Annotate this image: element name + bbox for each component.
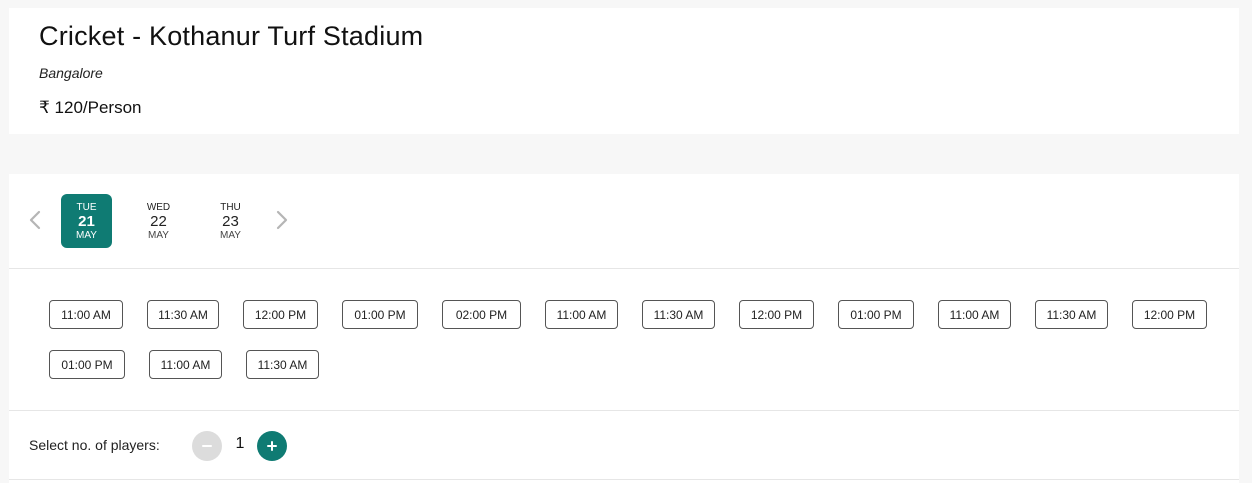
time-slot-button[interactable]: 11:30 AM — [147, 300, 219, 329]
booking-card: TUE 21 MAY WED 22 MAY THU 23 MAY 11:00 A… — [9, 174, 1239, 483]
date-day: 21 — [78, 212, 95, 230]
time-slot-button[interactable]: 12:00 PM — [739, 300, 814, 329]
date-wed-22[interactable]: WED 22 MAY — [133, 194, 184, 248]
date-thu-23[interactable]: THU 23 MAY — [205, 194, 256, 248]
time-slot-button[interactable]: 11:30 AM — [642, 300, 715, 329]
chevron-right-icon[interactable] — [274, 208, 290, 232]
players-selector: Select no. of players: 1 — [9, 411, 1239, 481]
time-slot-button[interactable]: 11:00 AM — [49, 300, 123, 329]
time-slot-grid: 11:00 AM 11:30 AM 12:00 PM 01:00 PM 02:0… — [9, 270, 1239, 411]
increment-players-button[interactable] — [257, 431, 287, 461]
date-day: 23 — [222, 212, 239, 230]
players-label: Select no. of players: — [29, 437, 160, 453]
plus-icon — [267, 441, 277, 451]
time-slot-button[interactable]: 12:00 PM — [1132, 300, 1207, 329]
date-dow: THU — [220, 201, 241, 213]
time-slot-button[interactable]: 01:00 PM — [838, 300, 914, 329]
time-slot-button[interactable]: 11:00 AM — [545, 300, 618, 329]
venue-title: Cricket - Kothanur Turf Stadium — [39, 21, 424, 51]
date-month: MAY — [76, 229, 97, 241]
chevron-left-icon[interactable] — [27, 208, 43, 232]
players-count: 1 — [235, 435, 245, 452]
time-slot-button[interactable]: 11:30 AM — [246, 350, 319, 379]
date-day: 22 — [150, 212, 167, 230]
date-month: MAY — [148, 229, 169, 241]
time-slot-button[interactable]: 01:00 PM — [342, 300, 418, 329]
minus-icon — [202, 445, 212, 447]
venue-header-card: Cricket - Kothanur Turf Stadium Bangalor… — [9, 8, 1239, 134]
date-picker: TUE 21 MAY WED 22 MAY THU 23 MAY — [9, 174, 1239, 269]
date-month: MAY — [220, 229, 241, 241]
time-slot-button[interactable]: 11:00 AM — [938, 300, 1011, 329]
time-slot-button[interactable]: 01:00 PM — [49, 350, 125, 379]
time-slot-button[interactable]: 11:00 AM — [149, 350, 222, 379]
decrement-players-button[interactable] — [192, 431, 222, 461]
time-slot-button[interactable]: 11:30 AM — [1035, 300, 1108, 329]
date-dow: TUE — [76, 201, 97, 213]
time-slot-button[interactable]: 02:00 PM — [442, 300, 521, 329]
time-slot-button[interactable]: 12:00 PM — [243, 300, 318, 329]
date-dow: WED — [146, 201, 171, 213]
venue-city: Bangalore — [39, 65, 103, 81]
date-tue-21[interactable]: TUE 21 MAY — [61, 194, 112, 248]
venue-price: ₹ 120/Person — [39, 98, 142, 117]
divider — [9, 479, 1239, 480]
